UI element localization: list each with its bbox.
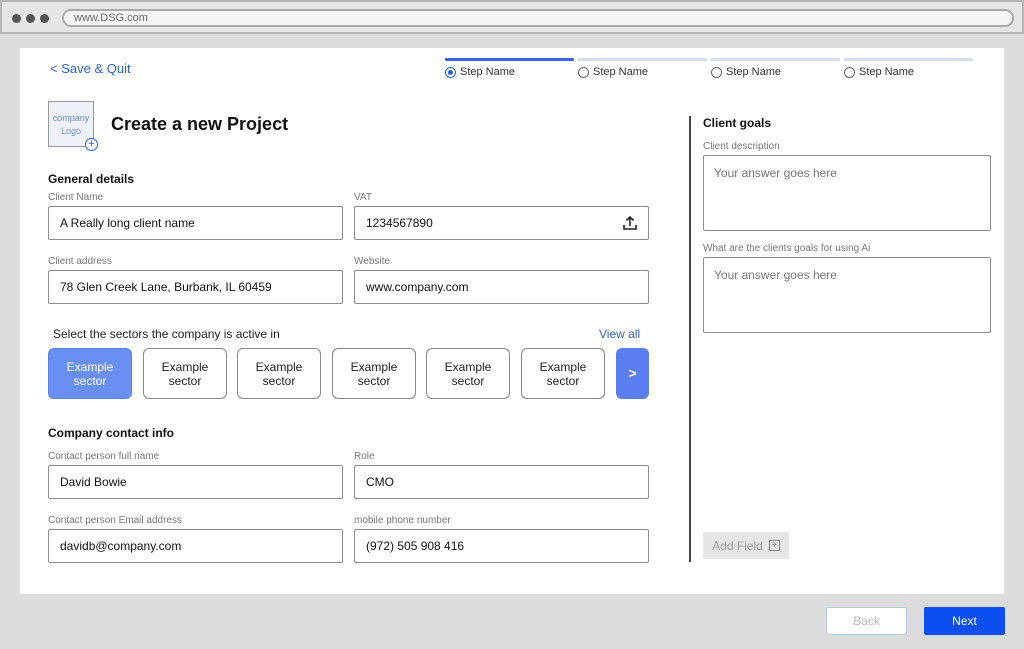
step-4[interactable]: Step Name — [844, 58, 973, 78]
phone-input[interactable]: (972) 505 908 416 — [354, 529, 649, 563]
column-divider — [689, 116, 691, 562]
step-label: Step Name — [726, 66, 782, 78]
vat-label: VAT — [354, 192, 372, 203]
plus-square-icon: + — [768, 540, 780, 551]
sectors-label: Select the sectors the company is active… — [53, 327, 280, 341]
radio-icon — [578, 66, 589, 78]
client-address-input[interactable]: 78 Glen Creek Lane, Burbank, IL 60459 — [48, 270, 343, 304]
contact-email-label: Contact person Email address — [48, 515, 182, 526]
step-label: Step Name — [460, 66, 516, 78]
contact-name-label: Contact person full name — [48, 451, 160, 462]
sector-chip[interactable]: Example sector — [332, 348, 416, 399]
phone-label: mobile phone number — [354, 515, 451, 526]
address-bar[interactable]: www.DSG.com — [62, 9, 1014, 27]
client-address-label: Client address — [48, 256, 112, 267]
client-description-textarea[interactable]: Your answer goes here — [703, 155, 991, 231]
radio-icon — [711, 66, 722, 78]
step-progress-bar — [844, 58, 973, 61]
step-3[interactable]: Step Name — [711, 58, 840, 78]
sector-chip[interactable]: Example sector — [521, 348, 605, 399]
sector-chip[interactable]: Example sector — [237, 348, 321, 399]
window-dot[interactable] — [12, 14, 21, 23]
sectors-next-button[interactable]: > — [616, 348, 649, 399]
vat-value: 1234567890 — [366, 216, 433, 230]
radio-icon — [445, 66, 456, 78]
step-progress-bar — [578, 58, 707, 61]
client-goals-heading: Client goals — [703, 116, 772, 130]
step-progress-bar — [711, 58, 840, 61]
sector-chip[interactable]: Example sector — [426, 348, 510, 399]
website-input[interactable]: www.company.com — [354, 270, 649, 304]
window-dot[interactable] — [40, 14, 49, 23]
add-field-button[interactable]: Add Field + — [703, 532, 789, 559]
step-2[interactable]: Step Name — [578, 58, 707, 78]
contact-email-input[interactable]: davidb@company.com — [48, 529, 343, 563]
upload-icon[interactable] — [622, 215, 638, 231]
vat-input[interactable]: 1234567890 — [354, 206, 649, 240]
general-details-heading: General details — [48, 172, 135, 186]
step-progress-bar — [445, 58, 574, 61]
client-name-label: Client Name — [48, 192, 104, 203]
step-label: Step Name — [593, 66, 649, 78]
window-controls — [12, 14, 49, 23]
next-button[interactable]: Next — [924, 607, 1005, 635]
radio-icon — [844, 66, 855, 78]
ai-goals-textarea[interactable]: Your answer goes here — [703, 257, 991, 333]
back-button[interactable]: Back — [826, 607, 907, 635]
role-input[interactable]: CMO — [354, 465, 649, 499]
step-1[interactable]: Step Name — [445, 58, 574, 78]
ai-goals-label: What are the clients goals for using Ai — [703, 243, 871, 254]
page-title: Create a new Project — [111, 114, 289, 134]
client-name-input[interactable]: A Really long client name — [48, 206, 343, 240]
window-dot[interactable] — [26, 14, 35, 23]
website-label: Website — [354, 256, 390, 267]
view-all-link[interactable]: View all — [599, 327, 640, 341]
stepper: Step Name Step Name Step Name Step Name — [445, 58, 973, 78]
contact-info-heading: Company contact info — [48, 426, 175, 440]
step-label: Step Name — [859, 66, 915, 78]
plus-circle-icon[interactable]: + — [85, 138, 98, 151]
contact-name-input[interactable]: David Bowie — [48, 465, 343, 499]
client-description-label: Client description — [703, 141, 780, 152]
add-field-label: Add Field — [712, 538, 763, 553]
save-quit-link[interactable]: < Save & Quit — [50, 61, 131, 76]
sector-chip[interactable]: Example sector — [48, 348, 132, 399]
sector-chip[interactable]: Example sector — [143, 348, 227, 399]
browser-chrome: www.DSG.com — [0, 0, 1024, 34]
project-form-panel: < Save & Quit Step Name Step Name Step N… — [20, 48, 1004, 594]
role-label: Role — [354, 451, 375, 462]
